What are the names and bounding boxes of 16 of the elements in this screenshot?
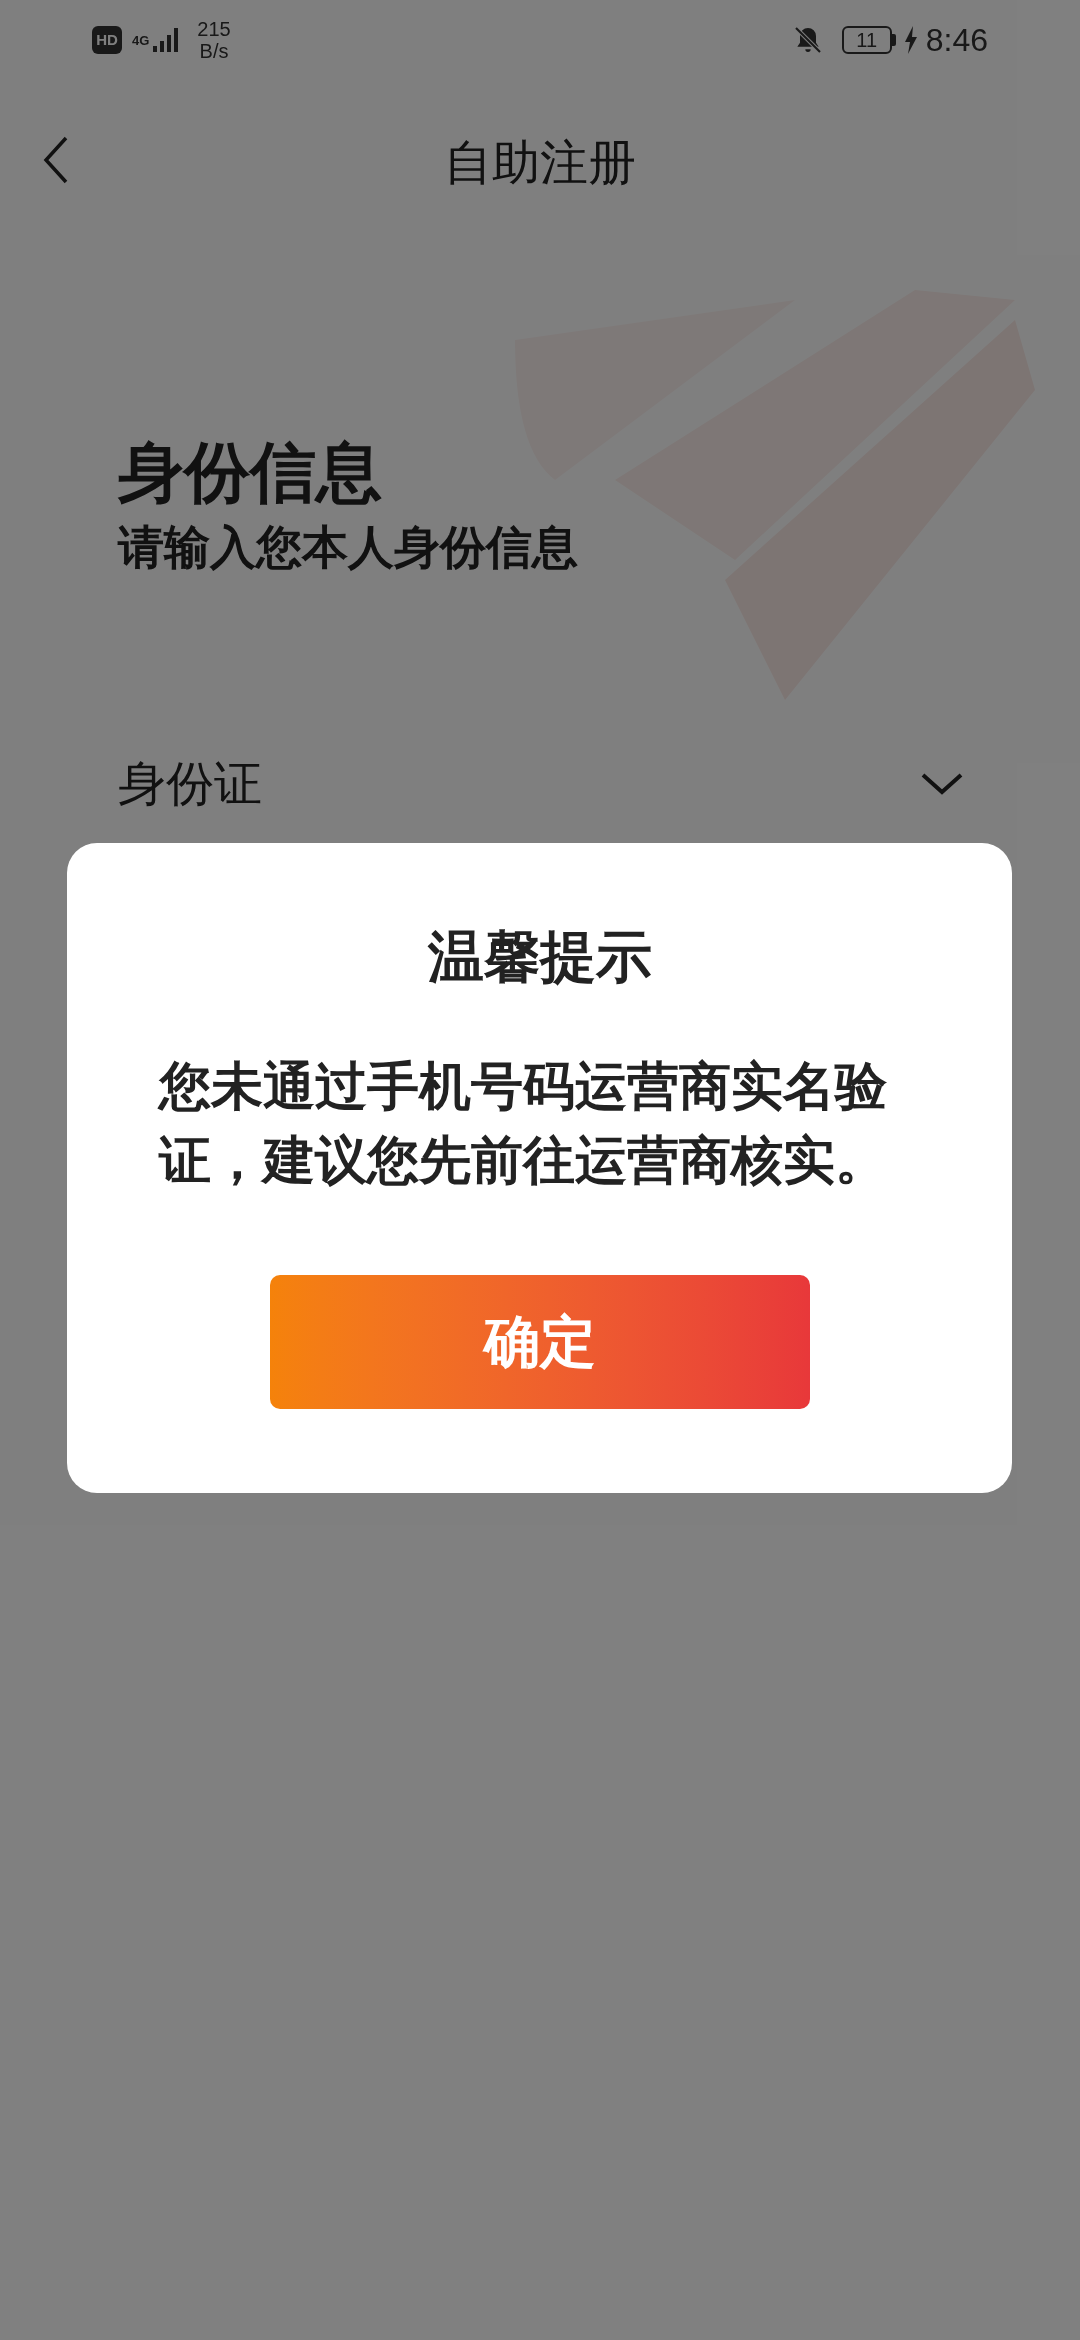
chevron-down-icon — [920, 772, 964, 796]
hd-icon: HD — [92, 26, 122, 54]
page-title: 自助注册 — [444, 134, 636, 191]
clock-time: 8:46 — [925, 24, 988, 56]
network-type: 4G — [132, 33, 150, 47]
speed-unit: B/s — [199, 40, 229, 62]
charging-icon — [903, 26, 918, 54]
speed-value: 215 — [197, 18, 231, 40]
section-subtitle: 请输入您本人身份信息 — [118, 520, 579, 575]
battery-level: 11 — [856, 30, 878, 50]
id-type-select[interactable]: 身份证 — [118, 748, 962, 820]
back-icon — [42, 135, 70, 185]
dialog-message: 您未通过手机号码运营商实名验证，建议您先前往运营商核实。 — [159, 1056, 888, 1191]
dialog-title: 温馨提示 — [427, 924, 652, 990]
confirm-button[interactable]: 确定 — [269, 1275, 810, 1409]
section-title: 身份信息 — [118, 434, 383, 511]
